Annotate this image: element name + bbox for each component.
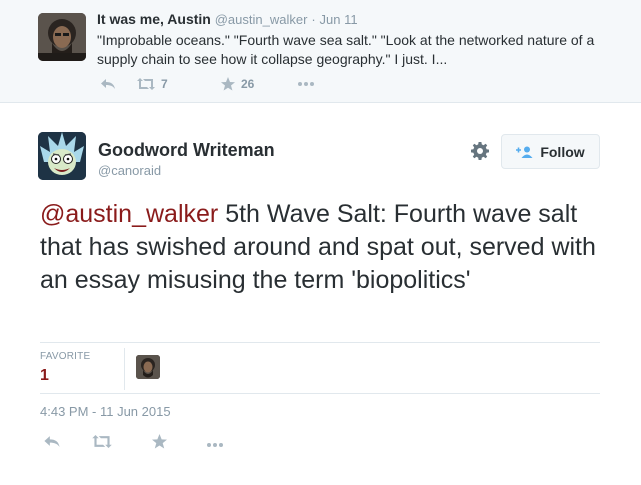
parent-author-handle[interactable]: @austin_walker [215, 12, 308, 27]
parent-tweet-header: It was me, Austin @austin_walker · Jun 1… [97, 11, 358, 27]
parent-retweet-count: 7 [161, 77, 168, 91]
parent-date-separator: · [311, 12, 316, 27]
settings-button[interactable] [469, 141, 491, 165]
favorite-button[interactable] [152, 434, 167, 454]
follow-person-icon [516, 146, 534, 158]
parent-favorite-button[interactable]: 26 [221, 74, 254, 94]
main-tweet-text: @austin_walker 5th Wave Salt: Fourth wav… [40, 198, 600, 297]
parent-tweet-text: "Improbable oceans." "Fourth wave sea sa… [97, 32, 595, 67]
main-author-name[interactable]: Goodword Writeman [98, 140, 275, 161]
retweet-button[interactable] [92, 434, 112, 454]
favorite-stat-label[interactable]: FAVORITE [40, 351, 90, 362]
follow-button-label: Follow [540, 143, 585, 160]
mention-link[interactable]: @austin_walker [40, 200, 218, 228]
parent-favorite-count: 26 [241, 77, 255, 91]
parent-tweet[interactable]: It was me, Austin @austin_walker · Jun 1… [0, 0, 641, 103]
main-avatar[interactable] [38, 132, 86, 180]
more-button[interactable] [206, 434, 224, 454]
parent-reply-button[interactable] [101, 74, 115, 94]
liker-avatar[interactable] [136, 355, 160, 379]
star-icon [221, 77, 235, 91]
parent-more-button[interactable] [297, 74, 315, 94]
follow-button[interactable]: Follow [501, 134, 600, 169]
gear-icon [471, 141, 489, 165]
stats-divider-bottom [40, 393, 600, 394]
reply-icon [101, 78, 115, 90]
more-icon [206, 435, 224, 453]
more-icon [297, 81, 315, 87]
parent-date[interactable]: Jun 11 [320, 12, 358, 27]
parent-avatar[interactable] [38, 13, 86, 61]
parent-author-name[interactable]: It was me, Austin [97, 11, 211, 27]
retweet-icon [137, 78, 155, 90]
parent-retweet-button[interactable]: 7 [137, 74, 168, 94]
tweet-timestamp[interactable]: 4:43 PM - 11 Jun 2015 [40, 404, 171, 419]
favorite-stat-value[interactable]: 1 [40, 367, 49, 385]
stats-divider-top [40, 342, 600, 343]
main-author-handle[interactable]: @canoraid [98, 163, 161, 178]
retweet-icon [92, 435, 112, 453]
reply-icon [44, 435, 60, 453]
stats-separator [124, 348, 125, 390]
reply-button[interactable] [44, 434, 60, 454]
star-icon [152, 434, 167, 454]
